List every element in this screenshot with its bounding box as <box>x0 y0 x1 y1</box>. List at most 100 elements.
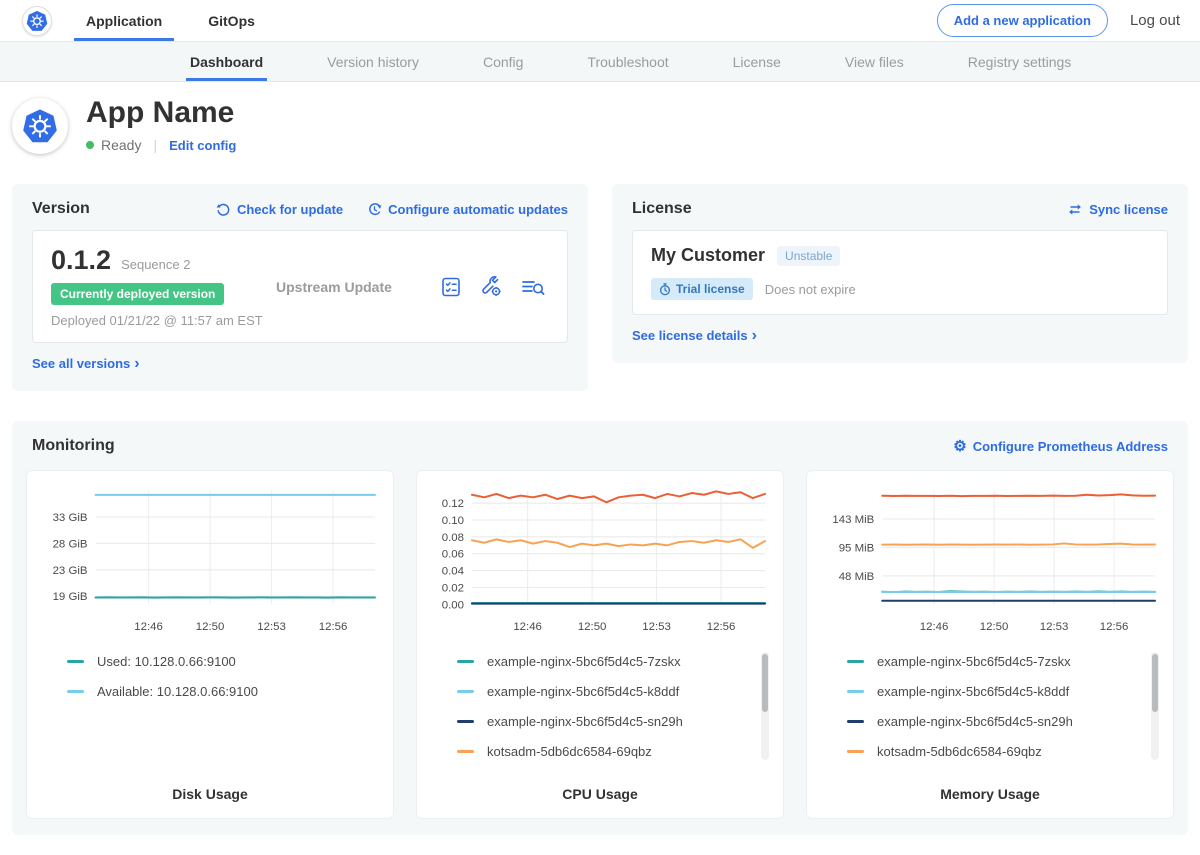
legend-label: example-nginx-5bc6f5d4c5-7zskx <box>487 654 681 669</box>
status-dot <box>86 141 94 149</box>
legend-item: example-nginx-5bc6f5d4c5-k8ddf <box>457 684 745 699</box>
svg-text:12:56: 12:56 <box>319 621 348 633</box>
sub-nav-tab-view-files[interactable]: View files <box>841 42 908 81</box>
svg-text:12:53: 12:53 <box>1040 621 1069 633</box>
version-number: 0.1.2 <box>51 245 111 276</box>
svg-text:0.06: 0.06 <box>442 549 464 561</box>
trial-license-badge: Trial license <box>651 278 753 300</box>
svg-text:0.10: 0.10 <box>442 515 464 527</box>
divider: | <box>153 137 157 153</box>
check-for-update-link[interactable]: Check for update <box>216 202 343 217</box>
see-license-details-link[interactable]: See license details › <box>632 328 757 343</box>
legend-item: kotsadm-5db6dc6584-69qbz <box>457 744 745 759</box>
svg-text:95 MiB: 95 MiB <box>839 542 875 554</box>
chevron-right-icon: › <box>134 359 139 369</box>
svg-text:12:50: 12:50 <box>980 621 1009 633</box>
version-source: Upstream Update <box>266 279 440 295</box>
legend-item: example-nginx-5bc6f5d4c5-7zskx <box>847 654 1135 669</box>
refresh-icon <box>216 202 231 217</box>
legend-color-dash <box>457 660 474 663</box>
top-nav: ApplicationGitOps Add a new application … <box>0 0 1200 42</box>
kubernetes-icon <box>26 10 48 32</box>
svg-text:12:50: 12:50 <box>196 621 225 633</box>
legend-item: example-nginx-5bc6f5d4c5-sn29h <box>457 714 745 729</box>
app-header: App Name Ready | Edit config <box>0 82 1200 170</box>
svg-text:12:46: 12:46 <box>134 621 163 633</box>
disk-usage-chart-card: 19 GiB23 GiB28 GiB33 GiB12:4612:5012:531… <box>26 470 394 819</box>
svg-text:0.04: 0.04 <box>442 566 465 578</box>
license-panel: My Customer Unstable Trial license Does … <box>632 230 1168 315</box>
configure-prometheus-link[interactable]: ⚙ Configure Prometheus Address <box>953 439 1168 454</box>
license-card: License Sync license My Customer Unstabl… <box>612 184 1188 363</box>
chart-legend: example-nginx-5bc6f5d4c5-7zskx example-ng… <box>457 654 771 774</box>
sub-nav-tab-config[interactable]: Config <box>479 42 527 81</box>
sub-nav-tab-version-history[interactable]: Version history <box>323 42 423 81</box>
legend-item: example-nginx-5bc6f5d4c5-7zskx <box>457 654 745 669</box>
brand-logo[interactable] <box>22 0 52 41</box>
legend-item: Available: 10.128.0.66:9100 <box>67 684 355 699</box>
chart-title: CPU Usage <box>429 774 771 802</box>
deployed-timestamp: Deployed 01/21/22 @ 11:57 am EST <box>51 313 266 328</box>
app-icon <box>12 98 68 154</box>
sync-license-link[interactable]: Sync license <box>1067 202 1168 217</box>
svg-text:12:53: 12:53 <box>642 621 671 633</box>
legend-color-dash <box>457 720 474 723</box>
chart-title: Disk Usage <box>39 774 381 802</box>
edit-config-link[interactable]: Edit config <box>169 138 236 153</box>
legend-label: example-nginx-5bc6f5d4c5-7zskx <box>877 654 1071 669</box>
legend-color-dash <box>457 750 474 753</box>
top-nav-tab-application[interactable]: Application <box>80 0 168 41</box>
legend-scrollbar[interactable] <box>1151 652 1159 760</box>
top-nav-tabs: Application GitOps <box>80 0 295 41</box>
status-text: Ready <box>101 137 141 153</box>
sub-nav-tab-dashboard[interactable]: Dashboard <box>186 42 267 81</box>
sub-nav-tab-registry-settings[interactable]: Registry settings <box>964 42 1075 81</box>
top-nav-tab-gitops[interactable]: GitOps <box>202 0 261 41</box>
svg-text:143 MiB: 143 MiB <box>832 514 874 526</box>
chart-title: Memory Usage <box>819 774 1161 802</box>
legend-label: example-nginx-5bc6f5d4c5-k8ddf <box>877 684 1069 699</box>
config-wrench-icon[interactable] <box>480 276 503 298</box>
legend-scrollbar-thumb[interactable] <box>1152 654 1158 712</box>
legend-item: kotsadm-5db6dc6584-69qbz <box>847 744 1135 759</box>
monitoring-title: Monitoring <box>32 437 115 455</box>
preflight-checks-icon[interactable] <box>440 276 462 298</box>
configure-automatic-updates-link[interactable]: Configure automatic updates <box>367 202 568 217</box>
deployed-badge: Currently deployed version <box>51 283 224 305</box>
svg-text:12:56: 12:56 <box>707 621 736 633</box>
version-card-title: Version <box>32 200 90 218</box>
license-card-title: License <box>632 200 692 218</box>
legend-label: example-nginx-5bc6f5d4c5-sn29h <box>877 714 1073 729</box>
legend-item: Used: 10.128.0.66:9100 <box>67 654 355 669</box>
legend-label: Available: 10.128.0.66:9100 <box>97 684 258 699</box>
legend-item: example-nginx-5bc6f5d4c5-sn29h <box>847 714 1135 729</box>
disk-usage-plot: 19 GiB23 GiB28 GiB33 GiB12:4612:5012:531… <box>39 483 381 640</box>
customer-name: My Customer <box>651 245 765 266</box>
svg-text:28 GiB: 28 GiB <box>53 538 88 550</box>
app-sub-nav: Dashboard Version history Config Troublesho… <box>0 42 1200 82</box>
view-logs-icon[interactable] <box>521 276 545 298</box>
svg-text:12:53: 12:53 <box>257 621 286 633</box>
legend-scrollbar[interactable] <box>761 652 769 760</box>
svg-text:19 GiB: 19 GiB <box>53 591 88 603</box>
chart-legend: Used: 10.128.0.66:9100 Available: 10.128.… <box>67 654 381 714</box>
svg-text:23 GiB: 23 GiB <box>53 565 88 577</box>
current-version-panel: 0.1.2 Sequence 2 Currently deployed vers… <box>32 230 568 343</box>
legend-label: kotsadm-5db6dc6584-69qbz <box>877 744 1042 759</box>
sub-nav-tab-license[interactable]: License <box>729 42 785 81</box>
memory-usage-plot: 48 MiB95 MiB143 MiB12:4612:5012:5312:56 <box>819 483 1161 640</box>
legend-scrollbar-thumb[interactable] <box>762 654 768 712</box>
svg-text:48 MiB: 48 MiB <box>839 571 875 583</box>
stopwatch-icon <box>659 283 671 296</box>
add-application-button[interactable]: Add a new application <box>937 4 1108 37</box>
legend-color-dash <box>847 750 864 753</box>
legend-label: example-nginx-5bc6f5d4c5-k8ddf <box>487 684 679 699</box>
chevron-right-icon: › <box>752 331 757 341</box>
version-sequence: Sequence 2 <box>121 257 190 272</box>
sub-nav-tab-troubleshoot[interactable]: Troubleshoot <box>583 42 672 81</box>
svg-text:12:46: 12:46 <box>513 621 542 633</box>
svg-text:0.12: 0.12 <box>442 498 464 510</box>
charts-row: 19 GiB23 GiB28 GiB33 GiB12:4612:5012:531… <box>26 470 1174 819</box>
see-all-versions-link[interactable]: See all versions › <box>32 356 140 371</box>
logout-button[interactable]: Log out <box>1130 12 1180 29</box>
